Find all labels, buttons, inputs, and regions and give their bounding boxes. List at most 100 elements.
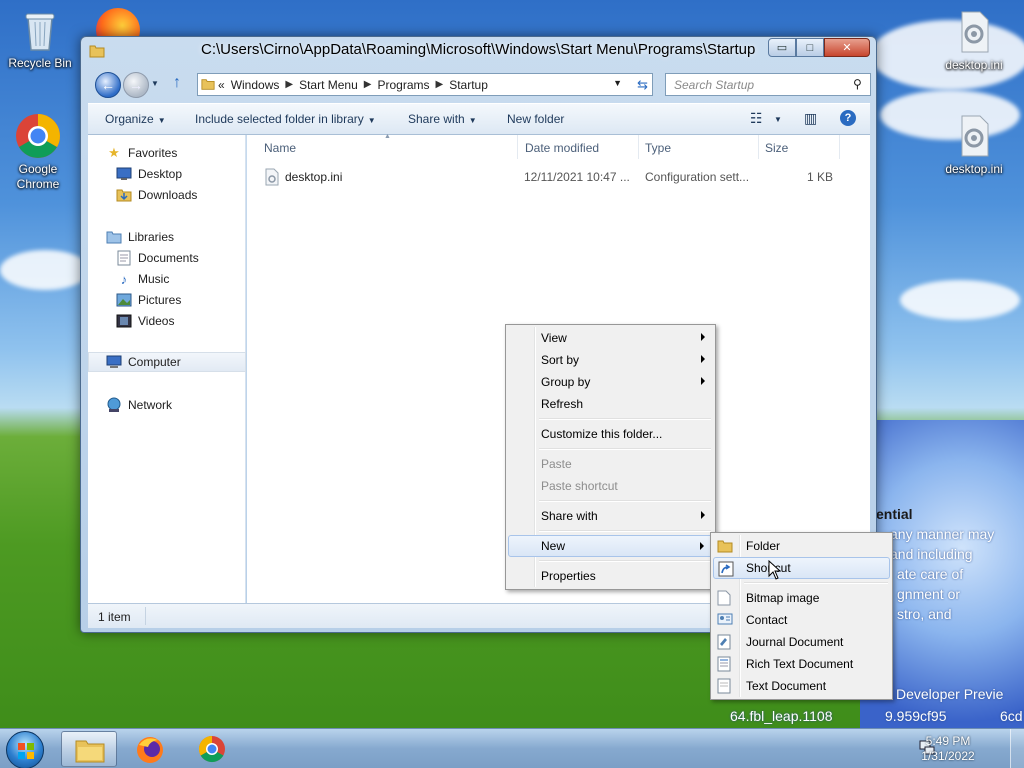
chevron-right-icon[interactable]: ▶ bbox=[436, 79, 444, 90]
submenu-item-folder[interactable]: Folder bbox=[713, 535, 890, 557]
show-desktop-button[interactable] bbox=[1010, 729, 1024, 768]
menu-label: Journal Document bbox=[746, 635, 844, 649]
nav-label: Computer bbox=[128, 355, 181, 369]
nav-downloads[interactable]: Downloads bbox=[88, 185, 246, 205]
taskbar-chrome-button[interactable] bbox=[184, 731, 240, 767]
nav-videos[interactable]: Videos bbox=[88, 311, 246, 331]
menu-item-customize-folder[interactable]: Customize this folder... bbox=[508, 423, 713, 445]
nav-computer[interactable]: Computer bbox=[88, 352, 246, 372]
search-input[interactable]: Search Startup bbox=[665, 73, 871, 96]
column-divider[interactable] bbox=[758, 135, 759, 159]
submenu-arrow-icon bbox=[700, 542, 704, 550]
nav-music[interactable]: ♪ Music bbox=[88, 269, 246, 289]
column-header-row: Name ▲ Date modified Type Size bbox=[247, 133, 870, 159]
preview-pane-icon[interactable]: ▥ bbox=[804, 110, 817, 127]
submenu-item-text-document[interactable]: Text Document bbox=[713, 675, 890, 697]
address-dropdown-icon[interactable]: ▼ bbox=[613, 78, 622, 88]
column-header-date-modified[interactable]: Date modified bbox=[525, 141, 599, 155]
nav-label: Network bbox=[128, 398, 173, 412]
videos-icon bbox=[116, 313, 132, 329]
wallpaper-text: any manner may bbox=[890, 526, 995, 542]
taskbar: 5:49 PM 1/31/2022 bbox=[0, 728, 1024, 768]
menu-separator bbox=[508, 445, 713, 453]
column-divider[interactable] bbox=[638, 135, 639, 159]
start-button[interactable] bbox=[6, 731, 44, 768]
desktop-icon-google-chrome[interactable]: Google Chrome bbox=[0, 112, 76, 192]
chevron-right-icon[interactable]: ▶ bbox=[285, 79, 293, 90]
nav-label: Documents bbox=[138, 251, 199, 265]
windows-logo-icon bbox=[18, 743, 34, 759]
column-header-name[interactable]: Name bbox=[264, 141, 296, 155]
nav-documents[interactable]: Documents bbox=[88, 248, 246, 268]
forward-button[interactable]: → bbox=[123, 72, 149, 98]
column-divider[interactable] bbox=[839, 135, 840, 159]
minimize-button[interactable]: ▭ bbox=[768, 38, 796, 57]
new-folder-button[interactable]: New folder bbox=[507, 112, 564, 126]
breadcrumb-start-menu[interactable]: Start Menu bbox=[299, 78, 358, 92]
clock-time: 5:49 PM bbox=[925, 734, 971, 748]
nav-favorites[interactable]: ★ Favorites bbox=[88, 143, 246, 163]
desktop-icon-desktop-ini[interactable]: desktop.ini bbox=[936, 112, 1012, 177]
maximize-button[interactable]: □ bbox=[796, 38, 824, 57]
desktop-icon-recycle-bin[interactable]: Recycle Bin bbox=[2, 6, 78, 71]
back-button[interactable]: ← bbox=[95, 72, 121, 98]
menu-separator bbox=[713, 579, 890, 587]
submenu-item-shortcut[interactable]: Shortcut bbox=[713, 557, 890, 579]
submenu-item-contact[interactable]: Contact bbox=[713, 609, 890, 631]
submenu-item-journal[interactable]: Journal Document bbox=[713, 631, 890, 653]
menu-item-properties[interactable]: Properties bbox=[508, 565, 713, 587]
address-bar[interactable]: « Windows ▶ Start Menu ▶ Programs ▶ Star… bbox=[197, 73, 653, 96]
caret-down-icon[interactable]: ▼ bbox=[774, 115, 782, 124]
include-in-library-button[interactable]: Include selected folder in library ▼ bbox=[195, 112, 376, 126]
submenu-item-rich-text[interactable]: Rich Text Document bbox=[713, 653, 890, 675]
menu-label: Text Document bbox=[746, 679, 827, 693]
breadcrumb-overflow[interactable]: « bbox=[218, 78, 225, 92]
column-header-size[interactable]: Size bbox=[765, 141, 788, 155]
nav-libraries[interactable]: Libraries bbox=[88, 227, 246, 247]
menu-item-view[interactable]: View bbox=[508, 327, 713, 349]
ini-file-icon bbox=[264, 168, 280, 189]
chevron-right-icon[interactable]: ▶ bbox=[364, 79, 372, 90]
taskbar-firefox-button[interactable] bbox=[122, 731, 178, 767]
nav-label: Videos bbox=[138, 314, 175, 328]
explorer-folder-icon bbox=[75, 740, 105, 763]
up-button[interactable]: ↑ bbox=[173, 74, 181, 92]
menu-item-new[interactable]: New bbox=[508, 535, 713, 557]
file-type: Configuration sett... bbox=[645, 170, 750, 184]
breadcrumb-windows[interactable]: Windows bbox=[231, 78, 280, 92]
refresh-icon[interactable]: ⇆ bbox=[637, 77, 648, 93]
menu-label: View bbox=[541, 331, 567, 345]
star-icon: ★ bbox=[108, 145, 120, 160]
close-button[interactable]: ✕ bbox=[824, 38, 870, 57]
recent-pages-dropdown[interactable]: ▼ bbox=[151, 79, 159, 88]
libraries-icon bbox=[106, 229, 122, 245]
folder-icon bbox=[201, 77, 215, 94]
submenu-item-bitmap[interactable]: Bitmap image bbox=[713, 587, 890, 609]
taskbar-explorer-button[interactable] bbox=[61, 731, 117, 767]
menu-label: Group by bbox=[541, 375, 591, 389]
view-options-icon[interactable]: ☷ bbox=[750, 110, 763, 127]
clock[interactable]: 5:49 PM 1/31/2022 bbox=[918, 734, 978, 764]
item-count: 1 item bbox=[98, 610, 131, 624]
menu-item-paste[interactable]: Paste bbox=[508, 453, 713, 475]
wallpaper-text: ate care of bbox=[897, 566, 964, 582]
nav-network[interactable]: Network bbox=[88, 395, 246, 415]
desktop-icon-desktop-ini[interactable]: desktop.ini bbox=[936, 8, 1012, 73]
organize-button[interactable]: Organize ▼ bbox=[105, 112, 166, 126]
menu-item-refresh[interactable]: Refresh bbox=[508, 393, 713, 415]
share-with-button[interactable]: Share with ▼ bbox=[408, 112, 477, 126]
column-divider[interactable] bbox=[517, 135, 518, 159]
menu-item-sort-by[interactable]: Sort by bbox=[508, 349, 713, 371]
wallpaper-build-label: Developer Previe bbox=[896, 686, 1004, 702]
column-header-type[interactable]: Type bbox=[645, 141, 671, 155]
nav-desktop[interactable]: Desktop bbox=[88, 164, 246, 184]
breadcrumb-programs[interactable]: Programs bbox=[377, 78, 429, 92]
help-icon[interactable]: ? bbox=[840, 110, 856, 126]
menu-item-paste-shortcut[interactable]: Paste shortcut bbox=[508, 475, 713, 497]
menu-item-share-with[interactable]: Share with bbox=[508, 505, 713, 527]
menu-item-group-by[interactable]: Group by bbox=[508, 371, 713, 393]
nav-pictures[interactable]: Pictures bbox=[88, 290, 246, 310]
search-icon[interactable]: ⚲ bbox=[853, 77, 862, 91]
file-name[interactable]: desktop.ini bbox=[285, 170, 342, 184]
breadcrumb-startup[interactable]: Startup bbox=[449, 78, 488, 92]
